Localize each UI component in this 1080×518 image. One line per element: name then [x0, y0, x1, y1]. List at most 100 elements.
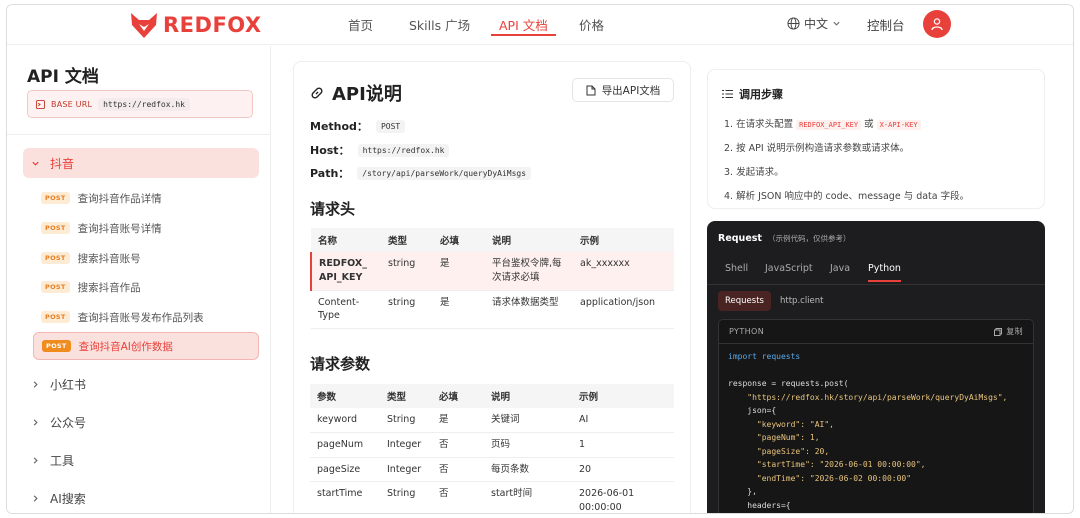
chevron-right-icon — [33, 418, 38, 426]
console-link[interactable]: 控制台 — [867, 15, 905, 34]
sidebar-item-label: 查询抖音账号发布作品列表 — [77, 311, 204, 324]
sidebar-category-gongzhonghao[interactable]: 公众号 — [23, 407, 259, 437]
code-line: response = requests.post( — [728, 379, 849, 388]
copy-button[interactable]: 复制 — [994, 326, 1023, 337]
list-icon — [722, 90, 733, 98]
language-selector[interactable]: 中文 — [787, 15, 841, 32]
nav-skills[interactable]: Skills 广场 — [409, 15, 470, 37]
sidebar-item-douyin-account-detail[interactable]: POST 查询抖音账号详情 — [33, 215, 259, 241]
param-required: 是 — [432, 408, 484, 433]
chevron-down-icon — [833, 21, 840, 26]
user-avatar[interactable] — [923, 10, 951, 38]
column-header: 参数 — [310, 384, 380, 408]
step-item: 3. 发起请求。 — [724, 167, 784, 178]
header-type: string — [381, 252, 433, 291]
step-item: 4. 解析 JSON 响应中的 code、message 与 data 字段。 — [724, 191, 970, 202]
api-key-code: REDFOX_API_KEY — [796, 120, 862, 130]
lib-http-client[interactable]: http.client — [773, 291, 831, 311]
headers-table: 名称 类型 必填 说明 示例 REDFOX_API_KEY string 是 平… — [310, 228, 674, 330]
app-window: REDFOX 首页 Skills 广场 API 文档 价格 中文 控制台 API… — [6, 4, 1074, 514]
sidebar-category-tools[interactable]: 工具 — [23, 445, 259, 475]
top-navbar: REDFOX 首页 Skills 广场 API 文档 价格 中文 控制台 — [7, 5, 1073, 45]
tab-python[interactable]: Python — [868, 263, 901, 282]
globe-icon — [787, 17, 800, 30]
sidebar-divider — [7, 134, 270, 135]
param-type: String — [380, 408, 432, 433]
base-url-value[interactable]: https://redfox.hk — [98, 97, 190, 111]
host-label: Host： — [310, 144, 350, 157]
table-row: REDFOX_API_KEY string 是 平台鉴权令牌,每次请求必填 ak… — [310, 252, 674, 291]
code-line: "pageSize": 20, — [728, 446, 830, 456]
header-name: REDFOX_API_KEY — [310, 252, 381, 291]
api-doc-card: API说明 导出API文档 Method： POST Host： https:/… — [293, 61, 691, 513]
host-row: Host： https://redfox.hk — [310, 142, 450, 158]
sidebar-item-label: 查询抖音作品详情 — [77, 192, 162, 205]
sidebar-category-douyin[interactable]: 抖音 — [23, 148, 259, 178]
code-line: }, — [728, 487, 757, 496]
column-header: 说明 — [484, 384, 572, 408]
sidebar-item-douyin-work-detail[interactable]: POST 查询抖音作品详情 — [33, 185, 259, 211]
step-item: 1. 在请求头配置 REDFOX_API_KEY 或 X-API-KEY — [724, 116, 921, 130]
steps-title: 调用步骤 — [722, 86, 783, 102]
copy-label: 复制 — [1006, 327, 1023, 336]
header-example: ak_xxxxxx — [573, 252, 674, 291]
param-type: Integer — [380, 457, 432, 483]
brand-logo[interactable]: REDFOX — [129, 9, 262, 41]
sidebar-category-xiaohongshu[interactable]: 小红书 — [23, 369, 259, 399]
step-text: 或 — [861, 119, 877, 130]
api-title-text: API说明 — [332, 84, 402, 105]
lib-requests[interactable]: Requests — [718, 291, 771, 311]
sidebar-item-douyin-ai-data[interactable]: POST 查询抖音AI创作数据 — [33, 332, 259, 360]
code-line: import requests — [728, 352, 801, 361]
tab-java[interactable]: Java — [830, 263, 850, 274]
step-text: 1. 在请求头配置 — [724, 119, 797, 130]
column-header: 类型 — [381, 228, 433, 252]
method-value: POST — [375, 119, 406, 133]
sidebar-title: API 文档 — [27, 67, 99, 87]
param-name: pageSize — [310, 457, 380, 483]
nav-pricing[interactable]: 价格 — [579, 15, 604, 37]
sidebar-category-ai-search[interactable]: AI搜索 — [23, 483, 259, 513]
code-line: "startTime": "2026-06-01 00:00:00", — [728, 460, 926, 469]
nav-api-docs[interactable]: API 文档 — [491, 15, 556, 36]
headers-section-title: 请求头 — [310, 200, 356, 218]
document-icon — [586, 85, 596, 95]
params-table: 参数 类型 必填 说明 示例 keyword String 是 关键词 AI p… — [310, 384, 674, 513]
chevron-down-icon — [32, 161, 39, 166]
column-header: 示例 — [573, 228, 674, 252]
tab-javascript[interactable]: JavaScript — [765, 263, 813, 274]
category-label: 小红书 — [50, 377, 87, 392]
header-desc: 请求体数据类型 — [485, 290, 573, 330]
column-header: 名称 — [311, 228, 381, 252]
api-title: API说明 — [310, 80, 402, 106]
header-desc: 平台鉴权令牌,每次请求必填 — [485, 252, 573, 291]
code-line: "keyword": "AI", — [728, 419, 834, 429]
code-block-header: PYTHON 复制 — [719, 320, 1033, 344]
column-header: 必填 — [433, 228, 485, 252]
column-header: 说明 — [485, 228, 573, 252]
host-value: https://redfox.hk — [357, 143, 450, 157]
param-example: 20 — [572, 457, 674, 483]
sidebar-item-douyin-account-works[interactable]: POST 查询抖音账号发布作品列表 — [33, 304, 259, 330]
request-subtitle: （示例代码，仅供参考） — [767, 234, 851, 243]
sidebar-item-douyin-search-account[interactable]: POST 搜索抖音账号 — [33, 245, 259, 271]
param-name: startTime — [310, 481, 380, 513]
link-icon — [311, 87, 323, 99]
sidebar-item-label: 查询抖音账号详情 — [77, 222, 162, 235]
request-title: Request （示例代码，仅供参考） — [718, 233, 850, 244]
code-language-label: PYTHON — [729, 327, 765, 336]
export-api-doc-button[interactable]: 导出API文档 — [572, 78, 674, 102]
table-row: keyword String 是 关键词 AI — [310, 408, 674, 433]
param-required: 否 — [432, 457, 484, 483]
tab-shell[interactable]: Shell — [725, 263, 748, 274]
param-type: Integer — [380, 432, 432, 458]
code-block: PYTHON 复制 import requests response = req… — [718, 319, 1034, 513]
nav-home[interactable]: 首页 — [348, 15, 373, 37]
x-api-key-code: X-API-KEY — [876, 120, 921, 130]
param-desc: 页码 — [484, 432, 572, 458]
call-steps-card: 调用步骤 1. 在请求头配置 REDFOX_API_KEY 或 X-API-KE… — [707, 69, 1045, 209]
copy-icon — [994, 327, 1003, 336]
sidebar-item-douyin-search-work[interactable]: POST 搜索抖音作品 — [33, 274, 259, 300]
step-item: 2. 按 API 说明示例构造请求参数或请求体。 — [724, 143, 910, 154]
column-header: 类型 — [380, 384, 432, 408]
